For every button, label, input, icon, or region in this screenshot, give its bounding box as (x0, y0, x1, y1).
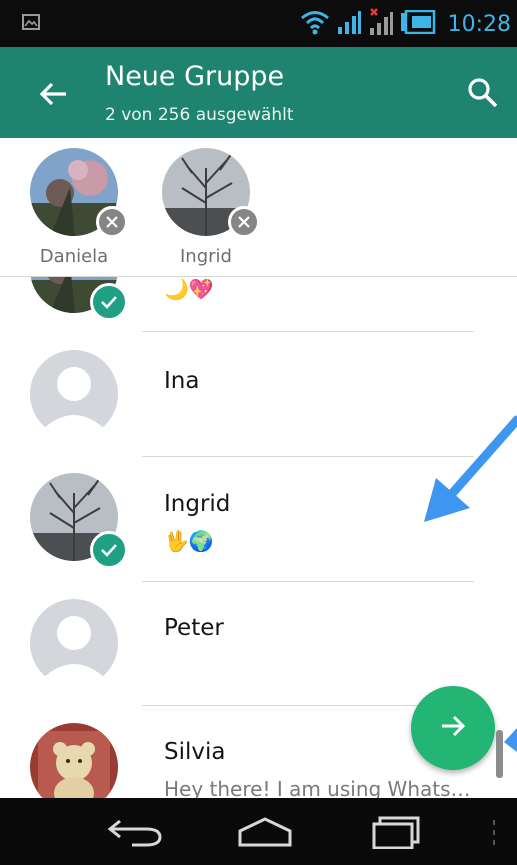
list-item[interactable]: Ingrid 🖖🌍 (0, 457, 517, 582)
back-nav-icon[interactable] (100, 810, 170, 854)
contact-name: Ina (164, 368, 200, 394)
selected-chip-name: Daniela (39, 246, 109, 267)
page-title: Neue Gruppe (105, 61, 285, 92)
selected-contacts-strip: Daniela Ingrid (0, 138, 517, 276)
recents-nav-icon[interactable] (362, 810, 432, 854)
remove-selected-icon[interactable] (228, 206, 260, 238)
app-bar: Neue Gruppe 2 von 256 ausgewählt (0, 47, 517, 138)
signal-icon (336, 9, 362, 39)
search-icon[interactable] (465, 75, 501, 111)
remove-selected-icon[interactable] (96, 206, 128, 238)
avatar (30, 350, 118, 438)
signal-no-service-icon (368, 8, 394, 40)
avatar (30, 723, 118, 798)
selection-count: 2 von 256 ausgewählt (105, 105, 294, 125)
next-fab-button[interactable] (411, 686, 495, 770)
contact-status: 🌙💖 (164, 277, 214, 301)
list-item[interactable]: 🌙💖 (0, 277, 517, 332)
back-arrow-icon[interactable] (36, 77, 70, 111)
contact-name: Peter (164, 615, 224, 641)
selected-check-icon (90, 283, 128, 321)
image-notification-icon (22, 14, 40, 34)
contact-status: Hey there! I am using Whats… (164, 777, 471, 798)
wifi-icon (300, 9, 330, 39)
scrollbar[interactable] (496, 730, 503, 778)
battery-icon (400, 9, 436, 38)
selected-chip-name: Ingrid (180, 246, 232, 267)
navigation-bar (0, 798, 517, 865)
selected-chip-daniela[interactable]: Daniela (10, 148, 128, 274)
clock: 10:28 (447, 11, 511, 37)
contact-name: Silvia (164, 739, 226, 765)
list-item[interactable]: Peter (0, 581, 517, 706)
avatar (30, 599, 118, 687)
overflow-menu-icon[interactable] (491, 818, 497, 848)
home-nav-icon[interactable] (230, 810, 300, 854)
selected-chip-ingrid[interactable]: Ingrid (142, 148, 260, 274)
list-item[interactable]: Ina (0, 332, 517, 457)
arrow-right-icon (438, 711, 468, 745)
contact-status: 🖖🌍 (164, 529, 214, 553)
selected-check-icon (90, 531, 128, 569)
status-bar: 10:28 (0, 0, 517, 47)
contact-name: Ingrid (164, 491, 231, 517)
